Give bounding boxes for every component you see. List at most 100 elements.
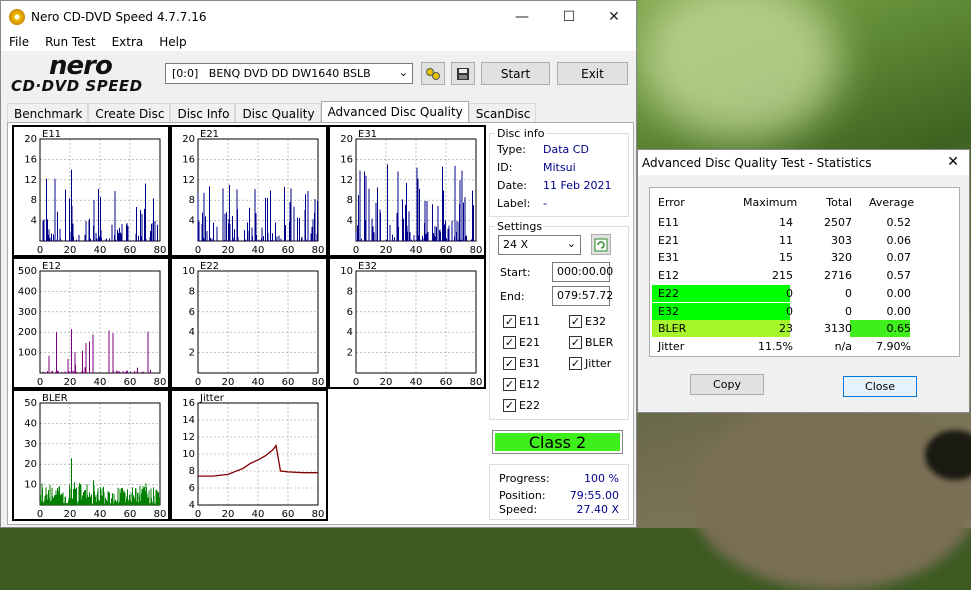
chart-e31: 0 20 40 60 80 4 8 12 16 20 E31: [328, 125, 486, 257]
statistics-cell: 215: [772, 269, 793, 283]
y-tick-label: 8: [31, 195, 37, 206]
statistics-dialog: Advanced Disc Quality Test - Statistics …: [637, 149, 970, 413]
chart-e11-svg: 0 20 40 60 80 4 8 12 16 20 E11: [24, 129, 166, 255]
y-tick-label: 6: [189, 483, 195, 494]
tab-create-disc[interactable]: Create Disc: [88, 103, 171, 124]
y-tick-label: 8: [347, 286, 353, 297]
y-tick-label: 16: [24, 154, 37, 165]
x-tick-label: 80: [470, 377, 483, 387]
position-label: Position:: [499, 489, 546, 502]
x-tick-label: 0: [195, 377, 201, 387]
y-tick-label: 20: [24, 134, 37, 145]
check-jitter[interactable]: ✓ Jitter: [569, 357, 611, 370]
close-button[interactable]: ✕: [591, 1, 637, 32]
tab-advanced-disc-quality[interactable]: Advanced Disc Quality: [320, 101, 469, 124]
chart-bler: 0 20 40 60 80 10 20 30 40 50 BLER: [12, 389, 170, 521]
position-value: 79:55.00: [569, 489, 619, 502]
chart-bler-svg: 0 20 40 60 80 10 20 30 40 50 BLER: [24, 393, 166, 519]
maximize-button[interactable]: ☐: [546, 1, 592, 32]
class-result-box: Class 2: [492, 430, 623, 454]
chevron-down-icon: ⌄: [398, 66, 408, 79]
chart-jitter-svg: 0 20 40 60 80 4 6 8 10 12 14 16 Jitter: [182, 393, 325, 519]
chart-e12-svg: 0 20 40 60 80 100 200 300 400 500 E12: [18, 261, 166, 387]
x-tick-label: 60: [282, 509, 295, 519]
dialog-close-icon[interactable]: ✕: [947, 154, 959, 170]
drive-select-value: [0:0] BENQ DVD DD DW1640 BSLB: [172, 67, 371, 80]
x-tick-label: 60: [124, 245, 137, 255]
statistics-cell: 0: [845, 304, 852, 318]
check-bler[interactable]: ✓ BLER: [569, 336, 613, 349]
check-e31[interactable]: ✓ E31: [503, 357, 540, 370]
chart-e12: 0 20 40 60 80 100 200 300 400 500 E12: [12, 257, 170, 389]
x-tick-label: 0: [353, 245, 359, 255]
tab-benchmark[interactable]: Benchmark: [7, 103, 89, 124]
statistics-cell: 11: [779, 233, 793, 247]
save-button[interactable]: [451, 62, 475, 85]
y-tick-label: 8: [347, 195, 353, 206]
x-tick-label: 80: [312, 509, 325, 519]
statistics-cell: 2507: [824, 216, 852, 229]
checkmark-icon: ✓: [569, 315, 582, 328]
check-e12[interactable]: ✓ E12: [503, 378, 540, 391]
menu-extra[interactable]: Extra: [104, 35, 152, 49]
end-time-field[interactable]: 079:57.72: [552, 286, 613, 306]
dialog-close-button[interactable]: Close: [843, 376, 917, 397]
statistics-cell: E22: [658, 286, 679, 300]
menu-help[interactable]: Help: [151, 35, 194, 49]
check-e11[interactable]: ✓ E11: [503, 315, 540, 328]
refresh-speed-button[interactable]: [591, 234, 611, 255]
checkmark-icon: ✓: [503, 336, 516, 349]
check-e31-label: E31: [519, 357, 540, 370]
drive-select[interactable]: [0:0] BENQ DVD DD DW1640 BSLB ⌄: [165, 63, 413, 84]
speed-select[interactable]: 24 X ⌄: [498, 235, 581, 255]
statistics-cell: 320: [831, 251, 852, 265]
chart-e21-svg: 0 20 40 60 80 4 8 12 16 20 E21: [182, 129, 325, 255]
statistics-cell: E21: [658, 233, 679, 247]
check-e32[interactable]: ✓ E32: [569, 315, 606, 328]
y-tick-label: 200: [18, 327, 37, 338]
check-e21[interactable]: ✓ E21: [503, 336, 540, 349]
start-button[interactable]: Start: [481, 62, 550, 85]
nero-logo: nero CD·DVD SPEED: [9, 51, 159, 95]
y-tick-label: 300: [18, 307, 37, 318]
x-tick-label: 80: [312, 377, 325, 387]
check-e22-label: E22: [519, 399, 540, 412]
start-time-field[interactable]: 000:00.00: [552, 262, 613, 282]
statistics-row: E11 14 2507 0.52: [650, 214, 960, 231]
check-e32-label: E32: [585, 315, 606, 328]
x-tick-label: 60: [124, 377, 137, 387]
copy-button[interactable]: Copy: [690, 374, 764, 395]
x-tick-label: 20: [64, 377, 77, 387]
date-label: Date:: [497, 179, 527, 192]
x-tick-label: 20: [380, 245, 393, 255]
statistics-cell: 3130: [824, 322, 852, 336]
drive-info-button[interactable]: [421, 62, 445, 85]
chart-e22-svg: 0 20 40 60 80 2 4 6 8 10 E22: [182, 261, 325, 387]
statistics-cell: Jitter: [658, 339, 685, 353]
y-tick-label: 6: [189, 307, 195, 318]
statistics-cell: 23: [779, 322, 793, 336]
tab-disc-quality[interactable]: Disc Quality: [235, 103, 321, 124]
statistics-header-cell: Total: [826, 196, 852, 209]
menu-file[interactable]: File: [1, 35, 37, 49]
check-bler-label: BLER: [585, 336, 614, 349]
exit-button[interactable]: Exit: [557, 62, 628, 85]
speed-value: 27.40 X: [576, 503, 619, 516]
y-tick-label: 2: [347, 348, 353, 359]
minimize-button[interactable]: —: [499, 1, 545, 32]
tab-disc-info[interactable]: Disc Info: [170, 103, 236, 124]
x-tick-label: 60: [282, 245, 295, 255]
check-e12-label: E12: [519, 378, 540, 391]
x-tick-label: 0: [37, 509, 43, 519]
menu-run-test[interactable]: Run Test: [37, 35, 103, 49]
x-tick-label: 40: [94, 377, 107, 387]
y-tick-label: 30: [24, 439, 37, 450]
statistics-cell: 14: [779, 216, 793, 229]
x-tick-label: 80: [470, 245, 483, 255]
x-tick-label: 80: [312, 245, 325, 255]
chart-e32: 0 20 40 60 80 2 4 6 8 10 E32: [328, 257, 486, 389]
check-e22[interactable]: ✓ E22: [503, 399, 540, 412]
y-tick-label: 20: [24, 459, 37, 470]
x-tick-label: 0: [195, 245, 201, 255]
tab-scandisc[interactable]: ScanDisc: [468, 103, 537, 124]
